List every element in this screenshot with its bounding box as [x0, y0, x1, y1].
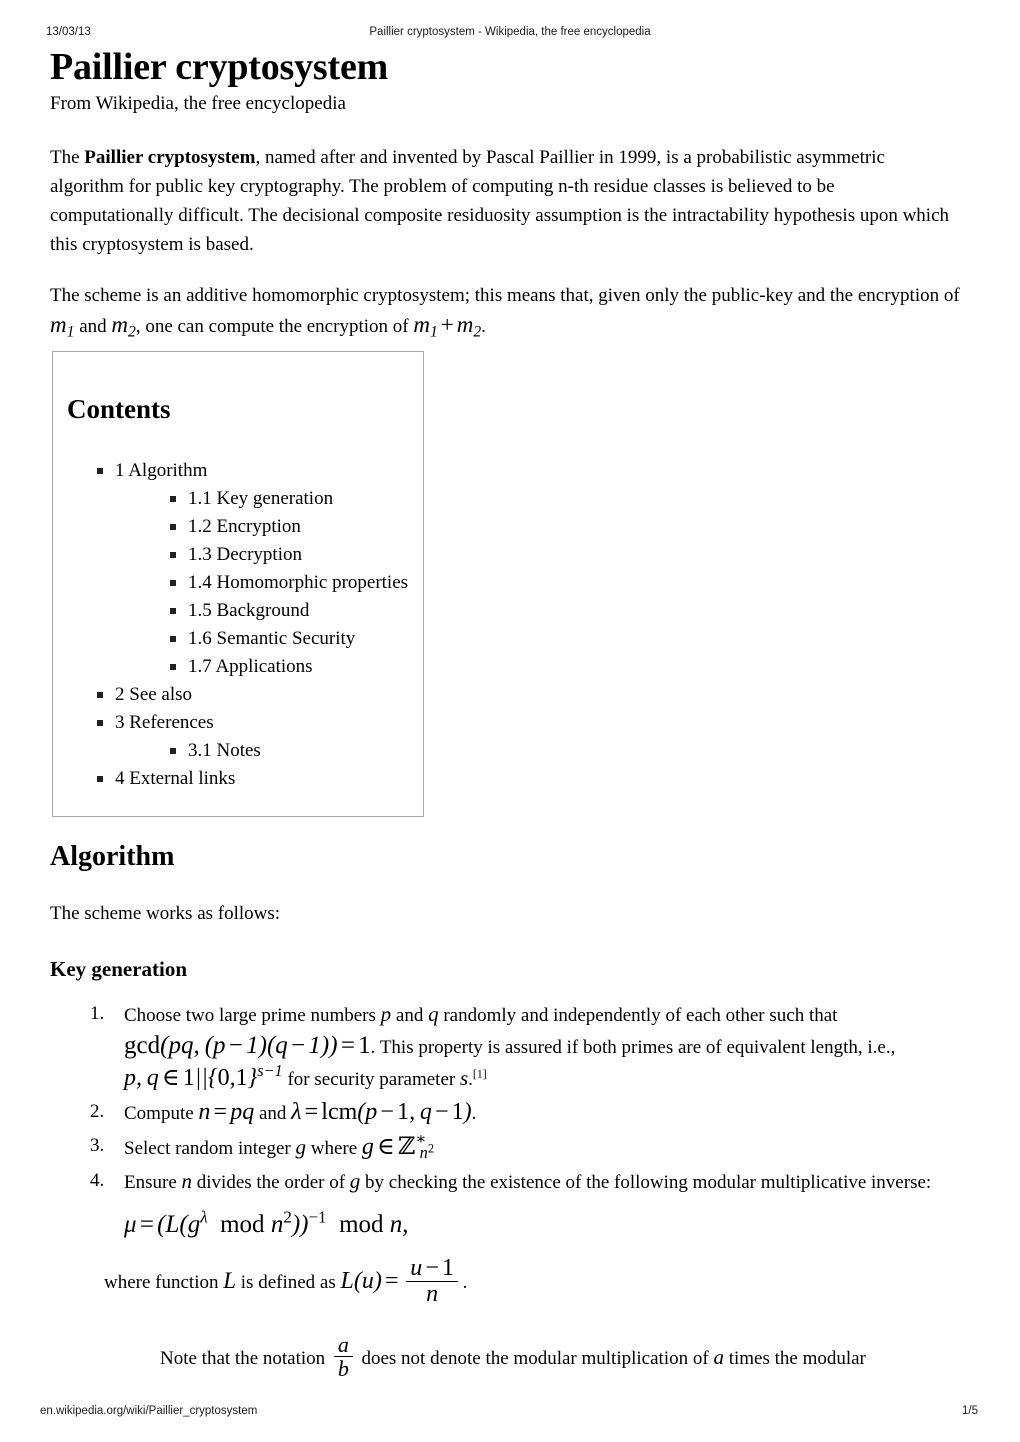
toc-item-background[interactable]: 1.5 Background: [170, 597, 423, 625]
toc-list: 1 Algorithm 1.1 Key generation 1.2 Encry…: [97, 457, 423, 793]
intro-p2-part4: .: [481, 315, 486, 337]
math-L-of-u: L(u) = u −1 n: [341, 1255, 463, 1307]
toc-item-label: 1.1 Key generation: [188, 488, 334, 509]
math-lambda-lcm: λ = lcm(p −1, q −1): [291, 1098, 472, 1125]
toc-item-references[interactable]: 3 References 3.1 Notes: [97, 709, 423, 765]
toc-item-label: 4 External links: [115, 768, 236, 789]
step1-text-a: Choose two large prime numbers: [124, 1004, 376, 1026]
step4-text-b: divides the order of: [196, 1171, 346, 1193]
toc-item-label: 2 See also: [115, 684, 193, 705]
step4-cont-a: where function: [104, 1271, 219, 1293]
article-content: Paillier cryptosystem From Wikipedia, th…: [50, 46, 960, 363]
toc-item-label: 3.1 Notes: [188, 740, 261, 761]
step1-text-b: and: [395, 1004, 424, 1026]
step4-cont-c: .: [462, 1271, 468, 1293]
l-function-definition: where function L is defined as L(u) = u −1 n…: [104, 1255, 975, 1307]
step4-text-c: by checking the existence of the followi…: [365, 1171, 932, 1193]
toc-item-semantic-security[interactable]: 1.6 Semantic Security: [170, 625, 423, 653]
math-m1: m1: [50, 311, 75, 340]
step1-text-c: randomly and independently of each other…: [443, 1004, 838, 1026]
math-q: q: [428, 1001, 439, 1026]
step4-cont-b: is defined as: [240, 1271, 336, 1293]
step4-note-c: times the modular: [728, 1348, 866, 1370]
math-s: s: [459, 1065, 469, 1090]
step4-note-b: does not denote the modular multiplicati…: [361, 1348, 709, 1370]
step-item-1: Choose two large prime numbers p and q r…: [90, 999, 975, 1095]
step-item-2: Compute n = pq and λ = lcm(p −1, q −1).: [90, 1097, 975, 1129]
toc-item-label: 1.2 Encryption: [188, 516, 301, 537]
algorithm-lead-text: The scheme works as follows:: [50, 902, 281, 924]
section-heading-algorithm: Algorithm: [50, 841, 175, 872]
fraction-notation-note: Note that the notation ab does not denot…: [160, 1333, 975, 1380]
math-gcd-condition: gcd(pq, (p −1)(q −1)) = 1: [124, 1031, 371, 1059]
math-pq-membership: p, q ∈ 1||{0,1}s−1: [124, 1060, 283, 1091]
reference-link-1[interactable]: [1]: [473, 1068, 487, 1081]
step4-note-a: Note that the notation: [160, 1348, 326, 1370]
page-title: Paillier cryptosystem: [50, 46, 389, 88]
math-g-in-zn2: g ∈ ℤ∗n2: [361, 1128, 435, 1163]
math-n: n: [181, 1168, 193, 1193]
intro-paragraph-1: The Paillier cryptosystem, named after a…: [50, 143, 960, 259]
math-a-over-b: ab: [330, 1333, 357, 1380]
math-a: a: [713, 1345, 724, 1370]
step1-text-e: for security parameter: [287, 1068, 456, 1090]
print-header-title: Paillier cryptosystem - Wikipedia, the f…: [369, 26, 651, 38]
step4-text-a: Ensure: [124, 1171, 177, 1193]
toc-title: Contents: [67, 394, 171, 424]
math-m2: m2: [111, 311, 136, 340]
toc-item-algorithm[interactable]: 1 Algorithm 1.1 Key generation 1.2 Encry…: [97, 457, 423, 681]
intro-paragraph-2: The scheme is an additive homomorphic cr…: [50, 281, 960, 341]
print-footer-page-number: 1/5: [962, 1405, 978, 1417]
toc-item-notes[interactable]: 3.1 Notes: [170, 737, 423, 765]
key-generation-steps: Choose two large prime numbers p and q r…: [50, 999, 975, 1240]
intro-p1-bold-term: Paillier cryptosystem: [84, 146, 256, 168]
toc-item-see-also[interactable]: 2 See also: [97, 681, 423, 709]
math-L: L: [223, 1267, 237, 1293]
step3-text-b: where: [310, 1137, 358, 1159]
toc-item-label: 1.6 Semantic Security: [188, 628, 356, 649]
toc-item-label: 1 Algorithm: [115, 460, 208, 481]
toc-item-key-generation[interactable]: 1.1 Key generation: [170, 485, 423, 513]
toc-item-homomorphic-properties[interactable]: 1.4 Homomorphic properties: [170, 569, 423, 597]
math-m1-plus-m2: m1 + m2: [413, 311, 482, 340]
toc-item-label: 1.3 Decryption: [188, 544, 302, 565]
toc-item-label: 1.5 Background: [188, 600, 310, 621]
print-footer: en.wikipedia.org/wiki/Paillier_cryptosys…: [0, 1405, 1020, 1421]
sub-heading-key-generation: Key generation: [50, 956, 188, 981]
math-p: p: [380, 1001, 392, 1026]
table-of-contents: Contents 1 Algorithm 1.1 Key generation …: [52, 351, 424, 817]
print-header: 13/03/13 Paillier cryptosystem - Wikiped…: [0, 26, 1020, 42]
math-g: g: [295, 1134, 306, 1159]
step2-text-b: and: [258, 1102, 287, 1124]
math-mu-definition: μ = (L(gλ mod n2))−1 mod n,: [124, 1207, 409, 1238]
article-tagline: From Wikipedia, the free encyclopedia: [50, 92, 346, 114]
toc-item-encryption[interactable]: 1.2 Encryption: [170, 513, 423, 541]
algorithm-section: Algorithm The scheme works as follows: K…: [50, 841, 975, 1380]
step-item-4: Ensure n divides the order of g by check…: [90, 1166, 975, 1240]
intro-p2-part1: The scheme is an additive homomorphic cr…: [50, 284, 960, 306]
print-footer-url: en.wikipedia.org/wiki/Paillier_cryptosys…: [40, 1405, 258, 1417]
toc-item-decryption[interactable]: 1.3 Decryption: [170, 541, 423, 569]
toc-item-label: 1.7 Applications: [188, 656, 313, 677]
math-g-order: g: [349, 1168, 361, 1193]
toc-item-applications[interactable]: 1.7 Applications: [170, 653, 423, 681]
step3-text-a: Select random integer: [124, 1137, 291, 1159]
step-item-3: Select random integer g where g ∈ ℤ∗n2: [90, 1128, 975, 1164]
toc-sublist-references: 3.1 Notes: [170, 737, 423, 765]
intro-p2-part2: and: [79, 315, 107, 337]
step2-text-c: .: [471, 1102, 477, 1124]
intro-p2-part3: , one can compute the encryption of: [135, 315, 409, 337]
math-n-equals-pq: n = pq: [198, 1098, 255, 1125]
toc-item-label: 3 References: [115, 712, 214, 733]
step2-text-a: Compute: [124, 1102, 194, 1124]
intro-p1-prefix: The: [50, 146, 85, 168]
toc-item-label: 1.4 Homomorphic properties: [188, 572, 409, 593]
toc-item-external-links[interactable]: 4 External links: [97, 765, 423, 793]
step1-text-d: . This property is assured if both prime…: [370, 1036, 896, 1058]
toc-sublist-algorithm: 1.1 Key generation 1.2 Encryption 1.3 De…: [170, 485, 423, 681]
